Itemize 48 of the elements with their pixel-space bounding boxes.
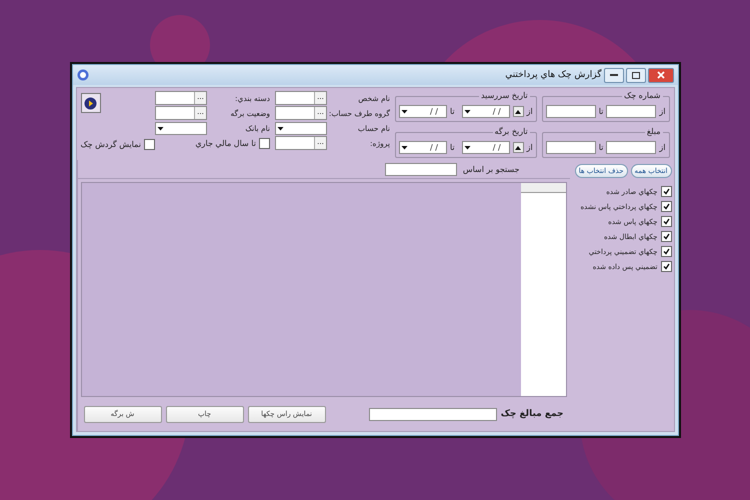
date-field[interactable]: / /: [398, 104, 447, 118]
from-label: از: [526, 142, 533, 152]
window-title: گزارش چک هاي پرداختني: [505, 70, 602, 80]
checkbox-label: تا سال مالي جاري: [195, 138, 256, 148]
close-icon: [656, 71, 664, 79]
group-title: تاريخ سررسيد: [478, 91, 530, 100]
spin-button[interactable]: [512, 142, 524, 152]
checkbox[interactable]: [144, 138, 155, 150]
checkbox[interactable]: [660, 216, 672, 227]
to-label: تا: [598, 142, 604, 152]
checkbox[interactable]: [258, 138, 270, 148]
to-label: تا: [598, 106, 604, 116]
from-label: از: [659, 142, 666, 152]
close-button[interactable]: [648, 68, 674, 82]
spin-button[interactable]: [512, 106, 524, 116]
total-label: جمع مبالغ چک: [500, 409, 564, 419]
checkbox[interactable]: [660, 246, 672, 257]
app-icon: [76, 69, 88, 81]
group-title: شماره چک: [622, 91, 662, 100]
up-arrow-icon: [515, 144, 522, 150]
date-field[interactable]: / /: [462, 104, 510, 118]
checkbox-label: نمايش گردش چک: [80, 140, 141, 148]
checkbox[interactable]: [660, 186, 672, 197]
maximize-button[interactable]: [626, 68, 646, 82]
from-label: از: [659, 106, 666, 116]
from-field[interactable]: [606, 140, 656, 154]
minimize-icon: [610, 73, 618, 77]
date-field[interactable]: / /: [398, 140, 447, 154]
minimize-button[interactable]: [604, 68, 624, 82]
group-title: مبلغ: [644, 127, 662, 136]
to-field[interactable]: [546, 140, 596, 154]
search-label: جستجو بر اساس: [462, 164, 520, 174]
dropdown-field[interactable]: [274, 122, 327, 134]
maximize-icon: [632, 72, 640, 78]
to-label: تا: [450, 106, 455, 116]
date-field[interactable]: / /: [462, 140, 510, 154]
from-label: از: [526, 106, 533, 116]
up-arrow-icon: [515, 108, 522, 114]
group-title: تاريخ برگه: [492, 127, 530, 136]
checkbox[interactable]: [660, 201, 672, 212]
dropdown-field[interactable]: [154, 122, 207, 134]
search-field[interactable]: [384, 162, 457, 176]
run-button[interactable]: [80, 93, 100, 113]
checkbox[interactable]: [660, 261, 672, 272]
to-label: تا: [450, 142, 455, 152]
from-field[interactable]: [606, 104, 656, 118]
checkbox[interactable]: [660, 231, 672, 242]
to-field[interactable]: [546, 104, 596, 118]
